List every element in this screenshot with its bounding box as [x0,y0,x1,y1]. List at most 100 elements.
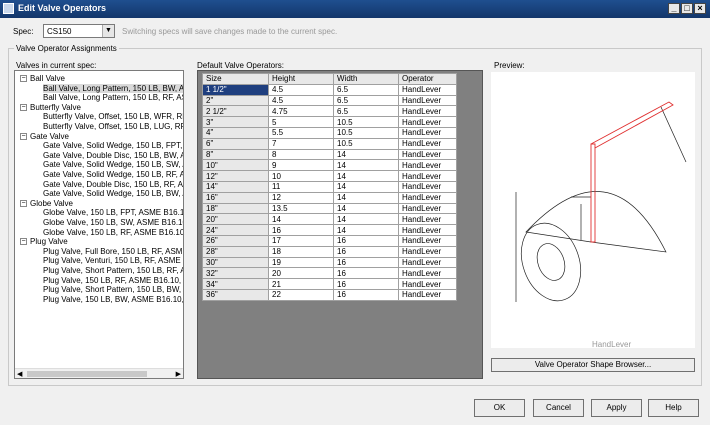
help-button[interactable]: Help [648,399,699,417]
tree-group[interactable]: − Plug Valve [15,237,183,247]
table-cell[interactable]: 16 [268,224,334,236]
table-cell[interactable]: HandLever [398,191,457,204]
table-cell[interactable]: 5.5 [268,126,334,139]
table-cell[interactable]: 6.5 [333,105,399,118]
table-cell[interactable]: 16 [333,278,399,290]
table-cell[interactable]: 14 [333,180,399,193]
column-header[interactable]: Size [202,73,269,85]
table-cell[interactable]: 16" [202,191,269,204]
table-cell[interactable]: 6.5 [333,94,399,107]
tree-group[interactable]: − Ball Valve [15,74,183,84]
table-cell[interactable]: 10 [268,170,334,182]
scroll-left-icon[interactable]: ◀ [17,370,22,378]
collapse-icon[interactable]: − [20,132,27,140]
table-cell[interactable]: 22 [268,288,334,301]
apply-button[interactable]: Apply [591,399,642,417]
table-cell[interactable]: 17 [268,234,334,247]
table-cell[interactable]: 18 [268,245,334,258]
column-header[interactable]: Height [268,73,334,85]
table-cell[interactable]: 10.5 [333,126,399,139]
table-cell[interactable]: 36" [202,288,269,301]
table-cell[interactable]: 4" [202,126,269,139]
tree-item[interactable]: Gate Valve, Solid Wedge, 150 LB, RF, AS [15,170,183,180]
tree-item[interactable]: Ball Valve, Long Pattern, 150 LB, RF, AS [15,93,183,103]
table-row[interactable]: 26" 17 16 HandLever [202,234,457,247]
tree-item[interactable]: Plug Valve, 150 LB, BW, ASME B16.10, A [15,295,183,305]
table-cell[interactable]: 14 [333,170,399,182]
table-cell[interactable]: 12" [202,170,269,182]
tree-item[interactable]: Butterfly Valve, Offset, 150 LB, WFR, RF [15,112,183,122]
table-cell[interactable]: 16 [333,245,399,258]
table-cell[interactable]: 12 [268,191,334,204]
table-cell[interactable]: HandLever [398,83,457,96]
column-header[interactable]: Operator [398,73,457,85]
table-cell[interactable]: 14 [333,159,399,172]
maximize-icon[interactable]: □ [681,3,693,14]
table-cell[interactable]: 16 [333,288,399,301]
table-row[interactable]: 20" 14 14 HandLever [202,213,457,226]
horizontal-scrollbar[interactable]: ◀ ▶ [15,368,183,378]
table-row[interactable]: 34" 21 16 HandLever [202,278,457,290]
tree-item[interactable]: Gate Valve, Double Disc, 150 LB, BW, AS [15,151,183,161]
tree-group[interactable]: − Globe Valve [15,199,183,209]
tree-item[interactable]: Gate Valve, Solid Wedge, 150 LB, BW, A [15,189,183,199]
collapse-icon[interactable]: − [20,199,27,207]
chevron-down-icon[interactable]: ▼ [102,25,114,37]
table-cell[interactable]: HandLever [398,234,457,247]
table-cell[interactable]: HandLever [398,116,457,128]
scroll-thumb[interactable] [27,371,147,377]
table-cell[interactable]: HandLever [398,224,457,236]
table-row[interactable]: 14" 11 14 HandLever [202,180,457,193]
table-row[interactable]: 2" 4.5 6.5 HandLever [202,94,457,107]
cancel-button[interactable]: Cancel [533,399,584,417]
shape-browser-button[interactable]: Valve Operator Shape Browser... [491,358,695,372]
collapse-icon[interactable]: − [20,238,27,246]
table-row[interactable]: 12" 10 14 HandLever [202,170,457,182]
tree-item[interactable]: Plug Valve, Full Bore, 150 LB, RF, ASME [15,247,183,257]
table-cell[interactable]: HandLever [398,137,457,150]
table-cell[interactable]: 1 1/2" [202,83,269,96]
table-cell[interactable]: HandLever [398,202,457,215]
table-cell[interactable]: 21 [268,278,334,290]
table-cell[interactable]: HandLever [398,180,457,193]
table-row[interactable]: 36" 22 16 HandLever [202,288,457,301]
tree-item[interactable]: Plug Valve, Short Pattern, 150 LB, RF, A [15,266,183,276]
table-cell[interactable]: 16 [333,256,399,269]
ok-button[interactable]: OK [474,399,525,417]
table-cell[interactable]: 34" [202,278,269,290]
table-cell[interactable]: 24" [202,224,269,236]
table-row[interactable]: 16" 12 14 HandLever [202,191,457,204]
tree-item[interactable]: Ball Valve, Long Pattern, 150 LB, BW, AS [15,83,183,94]
table-row[interactable]: 3" 5 10.5 HandLever [202,116,457,128]
table-cell[interactable]: 10" [202,159,269,172]
close-icon[interactable]: × [694,3,706,14]
tree-group[interactable]: − Gate Valve [15,132,183,142]
tree-item[interactable]: Gate Valve, Solid Wedge, 150 LB, FPT, A [15,141,183,151]
table-cell[interactable]: 14 [268,213,334,226]
table-cell[interactable]: HandLever [398,94,457,107]
table-cell[interactable]: HandLever [398,278,457,290]
spec-dropdown[interactable]: CS150 ▼ [43,24,115,38]
table-row[interactable]: 30" 19 16 HandLever [202,256,457,269]
table-row[interactable]: 1 1/2" 4.5 6.5 HandLever [202,83,457,96]
table-cell[interactable]: 16 [333,234,399,247]
table-cell[interactable]: 14" [202,180,269,193]
table-cell[interactable]: 2 1/2" [202,105,269,118]
table-cell[interactable]: 32" [202,267,269,280]
table-row[interactable]: 18" 13.5 14 HandLever [202,202,457,215]
table-row[interactable]: 24" 16 14 HandLever [202,224,457,236]
table-cell[interactable]: 13.5 [268,202,334,215]
table-row[interactable]: 6" 7 10.5 HandLever [202,137,457,150]
table-cell[interactable]: HandLever [398,126,457,139]
collapse-icon[interactable]: − [20,75,27,82]
table-row[interactable]: 4" 5.5 10.5 HandLever [202,126,457,139]
table-cell[interactable]: 10.5 [333,137,399,150]
table-cell[interactable]: HandLever [398,245,457,258]
table-cell[interactable]: 5 [268,116,334,128]
operators-grid[interactable]: Size Height Width Operator 1 1/2" 4.5 6.5 Hand… [197,70,483,379]
table-cell[interactable]: 18" [202,202,269,215]
table-row[interactable]: 10" 9 14 HandLever [202,159,457,172]
tree-group[interactable]: − Butterfly Valve [15,103,183,113]
table-cell[interactable]: HandLever [398,170,457,182]
table-cell[interactable]: 16 [333,267,399,280]
